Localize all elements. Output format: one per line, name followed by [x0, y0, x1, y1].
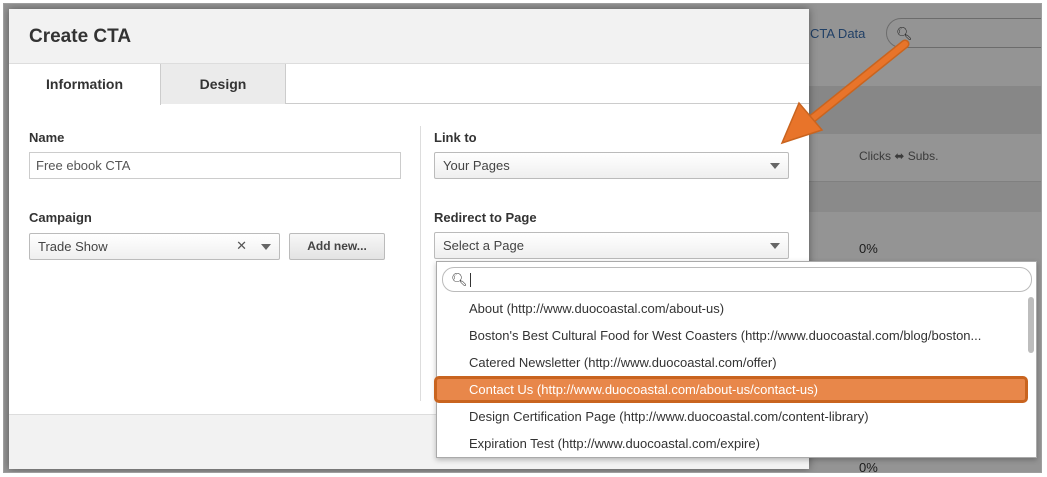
- modal-tabs: Information Design: [9, 64, 809, 105]
- dropdown-option-highlighted[interactable]: Contact Us (http://www.duocoastal.com/ab…: [434, 376, 1028, 403]
- column-divider: [420, 126, 421, 401]
- dropdown-option[interactable]: Catered Newsletter (http://www.duocoasta…: [437, 349, 1025, 376]
- redirect-page-dropdown: 🔍︎ About (http://www.duocoastal.com/abou…: [434, 261, 1037, 458]
- dropdown-option[interactable]: Expiration Test (http://www.duocoastal.c…: [437, 430, 1025, 457]
- dropdown-scrollbar[interactable]: [1028, 297, 1034, 353]
- link-to-select[interactable]: Your Pages: [434, 152, 789, 179]
- dropdown-search-input[interactable]: 🔍︎: [442, 267, 1032, 292]
- link-to-label: Link to: [434, 130, 477, 145]
- redirect-to-page-label: Redirect to Page: [434, 210, 537, 225]
- campaign-select[interactable]: Trade Show ✕: [29, 233, 280, 260]
- search-icon: 🔍︎: [451, 272, 468, 287]
- screenshot-frame: CTA Data 🔍︎ Clicks ⬌ Subs. 0% 0% Create …: [3, 3, 1042, 473]
- tab-information[interactable]: Information: [9, 64, 161, 105]
- redirect-select-placeholder: Select a Page: [443, 238, 524, 253]
- modal-header: Create CTA: [9, 9, 809, 64]
- tab-design[interactable]: Design: [161, 64, 286, 104]
- chevron-down-icon: [261, 244, 271, 250]
- dropdown-option[interactable]: Design Certification Page (http://www.du…: [437, 403, 1025, 430]
- chevron-down-icon: [770, 243, 780, 249]
- link-to-select-value: Your Pages: [443, 158, 510, 173]
- dropdown-options: About (http://www.duocoastal.com/about-u…: [434, 295, 1028, 457]
- add-new-campaign-button[interactable]: Add new...: [289, 233, 385, 260]
- dropdown-option[interactable]: Boston's Best Cultural Food for West Coa…: [437, 322, 1025, 349]
- campaign-label: Campaign: [29, 210, 92, 225]
- modal-title: Create CTA: [29, 26, 132, 47]
- chevron-down-icon: [770, 163, 780, 169]
- dropdown-option[interactable]: About (http://www.duocoastal.com/about-u…: [437, 295, 1025, 322]
- clear-icon[interactable]: ✕: [236, 238, 247, 254]
- redirect-to-page-select[interactable]: Select a Page: [434, 232, 789, 259]
- name-label: Name: [29, 130, 65, 145]
- name-input[interactable]: Free ebook CTA: [29, 152, 401, 179]
- campaign-select-value: Trade Show: [38, 239, 108, 254]
- text-cursor: [470, 273, 471, 287]
